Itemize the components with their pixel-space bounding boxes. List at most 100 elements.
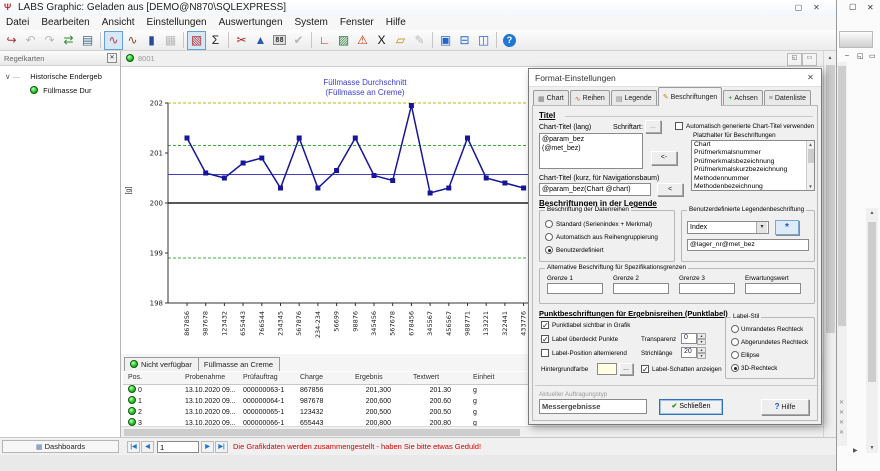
tab-fuellmasse-an-creme[interactable]: Füllmasse an Creme xyxy=(199,357,280,371)
apply-check-icon[interactable]: ✔ xyxy=(289,31,308,50)
placeholder-item[interactable]: Chart xyxy=(692,141,806,149)
dialog-close-icon[interactable]: ✕ xyxy=(804,72,817,84)
chart-export-icon[interactable]: ▨ xyxy=(334,31,353,50)
chart-window-tab[interactable]: 8001 ◱ ▭ xyxy=(121,51,823,67)
table-view-icon[interactable]: ▦ xyxy=(161,31,180,50)
bg-scroll-right-icon[interactable]: ▶ xyxy=(853,447,858,454)
menu-fenster[interactable]: Fenster xyxy=(334,16,380,29)
chart-title-short-input[interactable]: @param_bez(Chart @chart) xyxy=(539,183,651,196)
custom-legend-input[interactable]: @lager_nr@met_bez xyxy=(687,239,809,251)
sidebar-close-icon[interactable]: ✕ xyxy=(107,53,117,63)
font-button[interactable]: ... xyxy=(645,120,661,133)
placeholder-list-scrollbar[interactable]: ▲ ▼ xyxy=(806,141,814,190)
bg-close-icon[interactable]: ✕ xyxy=(867,3,874,12)
bg-color-swatch[interactable] xyxy=(597,363,617,375)
dialog-tab-achsen[interactable]: +Achsen xyxy=(723,90,762,106)
menu-bearbeiten[interactable]: Bearbeiten xyxy=(35,16,95,29)
placeholder-item[interactable]: Methodennummer xyxy=(692,175,806,183)
insert-placeholder-button[interactable]: * xyxy=(775,220,799,235)
dialog-tab-reihen[interactable]: ∿Reihen xyxy=(570,90,610,106)
child-restore-icon[interactable]: ◱ xyxy=(787,53,802,66)
value-chart-icon[interactable]: ∿ xyxy=(123,31,142,50)
bg-color-button[interactable]: ... xyxy=(619,363,633,375)
dashboards-button[interactable]: ▦ Dashboards xyxy=(2,440,119,453)
dashlen-spinner[interactable]: 20 ▴▾ xyxy=(681,347,706,358)
control-chart-icon[interactable]: ∿ xyxy=(104,31,123,50)
dialog-tab-legende[interactable]: ▤Legende xyxy=(611,90,657,106)
bg-maximize-icon[interactable]: ▢ xyxy=(849,2,857,11)
redo-icon[interactable]: ↷ xyxy=(40,31,59,50)
sigma-icon[interactable]: Σ xyxy=(206,31,225,50)
bg-box-icon[interactable]: ▭ xyxy=(869,52,876,60)
grenze1-input[interactable] xyxy=(547,283,603,294)
dialog-tab-chart[interactable]: ▦Chart xyxy=(533,90,569,106)
radio-abgerundetes-rechteck[interactable] xyxy=(731,338,739,346)
placeholder-item[interactable]: Methodenbezeichnung xyxy=(692,183,806,191)
placeholder-listbox[interactable]: ChartPrüfmerkmalsnummerPrüfmerkmalsbezei… xyxy=(691,140,815,191)
close-dialog-button[interactable]: ✔ Schließen xyxy=(659,399,723,415)
open-database-icon[interactable]: ⇄ xyxy=(59,31,78,50)
digital-display-icon[interactable]: 88 xyxy=(270,31,289,50)
radio-3d-rechteck[interactable] xyxy=(731,364,739,372)
radio-umrandetes-rechteck[interactable] xyxy=(731,325,739,333)
scale-icon[interactable]: ∟ xyxy=(315,31,334,50)
index-dropdown[interactable]: Index ▾ xyxy=(687,221,769,234)
edit-icon[interactable]: ✎ xyxy=(410,31,429,50)
cascade-windows-icon[interactable]: ▣ xyxy=(436,31,455,50)
maximize-button[interactable]: ▢ xyxy=(791,1,806,14)
tile-vertical-icon[interactable]: ◫ xyxy=(474,31,493,50)
auto-title-checkbox[interactable] xyxy=(675,122,683,130)
nav-next-button[interactable]: ▶ xyxy=(201,441,214,453)
label-cover-checkbox[interactable]: ✓ xyxy=(541,335,549,343)
grenze2-input[interactable] xyxy=(613,283,669,294)
placeholder-item[interactable]: Prüfmerkmalskurzbezeichnung xyxy=(692,166,806,174)
pointlabel-visible-checkbox[interactable]: ✓ xyxy=(541,321,549,329)
help-button[interactable]: ? Hilfe xyxy=(761,399,809,415)
chart-alarm-icon[interactable]: ⚠ xyxy=(353,31,372,50)
analysis-icon[interactable]: ▲ xyxy=(251,31,270,50)
undo-icon[interactable]: ↶ xyxy=(21,31,40,50)
print-icon[interactable]: ▤ xyxy=(78,31,97,50)
page-number-input[interactable] xyxy=(157,441,199,453)
radio-standard[interactable] xyxy=(545,220,553,228)
tile-horizontal-icon[interactable]: ⊟ xyxy=(455,31,474,50)
tree-collapse-icon[interactable]: ∨ xyxy=(5,72,11,81)
chart-board-icon[interactable]: ▧ xyxy=(187,31,206,50)
erwartungswert-input[interactable] xyxy=(745,283,801,294)
chart-title-long-input[interactable]: @param_bez (@met_bez) xyxy=(539,133,643,169)
radio-custom[interactable] xyxy=(545,246,553,254)
menu-datei[interactable]: Datei xyxy=(0,16,35,29)
bg-restore-icon[interactable]: ◱ xyxy=(857,52,864,60)
placeholder-item[interactable]: Prüfmerkmalsnummer xyxy=(692,149,806,157)
exit-icon[interactable]: ↪ xyxy=(2,31,21,50)
sigma-x-icon[interactable]: X xyxy=(372,31,391,50)
child-box-icon[interactable]: ▭ xyxy=(802,53,817,66)
placeholder-item[interactable]: Prüfmerkmalsbezeichnung xyxy=(692,158,806,166)
menu-system[interactable]: System xyxy=(289,16,334,29)
nav-first-button[interactable]: |◀ xyxy=(127,441,140,453)
tree-node-historische[interactable]: ∨ — Historische Endergeb xyxy=(5,72,102,81)
scroll-up-icon[interactable]: ▲ xyxy=(824,55,836,61)
dialog-tab-datenliste[interactable]: ≡Datenliste xyxy=(764,90,811,106)
menu-ansicht[interactable]: Ansicht xyxy=(96,16,141,29)
bg-minimize-icon[interactable]: – xyxy=(845,52,849,59)
menu-einstellungen[interactable]: Einstellungen xyxy=(141,16,213,29)
tree-node-fuellmasse[interactable]: Füllmasse Dur xyxy=(30,86,91,95)
tools-icon[interactable]: ✂ xyxy=(232,31,251,50)
label-shadow-checkbox[interactable]: ✓ xyxy=(641,365,649,373)
insert-into-long-title-button[interactable]: <- xyxy=(651,151,677,165)
help-icon[interactable]: ? xyxy=(500,31,519,50)
tab-nicht-verfuegbar[interactable]: Nicht verfügbar xyxy=(124,357,199,371)
label-alternating-checkbox[interactable] xyxy=(541,349,549,357)
bg-right-scrollbar[interactable]: ▲ ▼ xyxy=(866,208,878,453)
insert-into-short-title-button[interactable]: < xyxy=(657,183,683,196)
grenze3-input[interactable] xyxy=(679,283,735,294)
dropdown-arrow-icon[interactable]: ▾ xyxy=(756,222,767,233)
menu-auswertungen[interactable]: Auswertungen xyxy=(213,16,289,29)
close-button[interactable]: ✕ xyxy=(809,1,824,14)
report-icon[interactable]: ▱ xyxy=(391,31,410,50)
current-type-input[interactable]: Messergebnisse xyxy=(539,399,647,414)
bg-left-scrollbar[interactable] xyxy=(837,62,847,446)
nav-last-button[interactable]: ▶| xyxy=(215,441,228,453)
nav-prev-button[interactable]: ◀ xyxy=(141,441,154,453)
